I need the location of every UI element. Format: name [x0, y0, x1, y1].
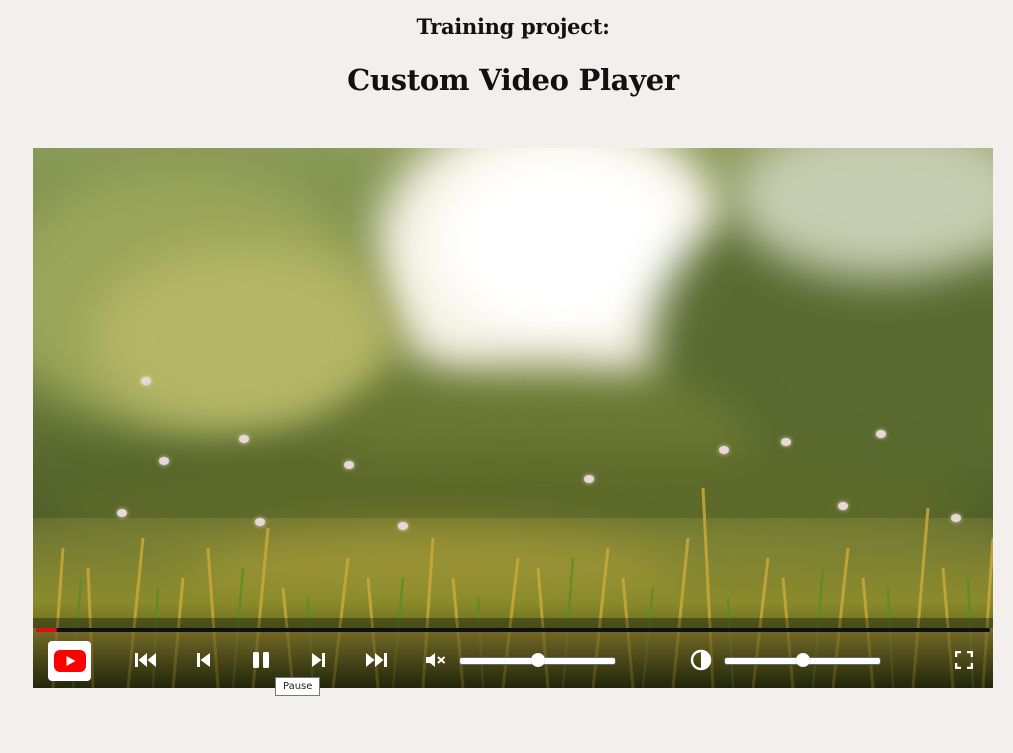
- brightness-slider-thumb[interactable]: [795, 653, 810, 667]
- mute-button[interactable]: [416, 640, 456, 680]
- pause-button[interactable]: [241, 640, 281, 680]
- flower: [398, 522, 408, 530]
- next-button[interactable]: [298, 640, 338, 680]
- flower: [255, 518, 265, 526]
- brightness-slider-fill: [725, 658, 803, 664]
- flower: [719, 446, 729, 454]
- skip-back-icon: [197, 653, 210, 667]
- youtube-logo-icon: [53, 650, 86, 672]
- flower: [876, 430, 886, 438]
- progress-fill: [36, 628, 57, 632]
- skip-to-end-button[interactable]: [356, 640, 396, 680]
- volume-slider-fill: [460, 658, 538, 664]
- flower: [159, 457, 169, 465]
- page-title: Custom Video Player: [347, 63, 679, 97]
- volume-slider-thumb[interactable]: [530, 653, 545, 667]
- pause-tooltip: Pause: [275, 677, 321, 696]
- brightness-button[interactable]: [681, 640, 721, 680]
- brightness-slider[interactable]: [724, 653, 881, 667]
- flower: [239, 435, 249, 443]
- skip-back-double-icon: [135, 653, 156, 667]
- previous-button[interactable]: [184, 640, 224, 680]
- fullscreen-button[interactable]: [944, 640, 984, 680]
- page: Training project: Custom Video Player Pa…: [0, 0, 1013, 753]
- skip-forward-double-icon: [366, 653, 387, 667]
- volume-muted-icon: [426, 653, 445, 667]
- flower: [117, 509, 127, 517]
- flower: [584, 475, 594, 483]
- page-subtitle: Training project:: [416, 14, 610, 39]
- volume-slider[interactable]: [459, 653, 616, 667]
- skip-forward-icon: [312, 653, 325, 667]
- video-frame[interactable]: [33, 148, 993, 688]
- contrast-icon: [690, 649, 712, 671]
- fullscreen-icon: [955, 651, 973, 669]
- flower: [344, 461, 354, 469]
- youtube-logo-button[interactable]: [48, 641, 91, 681]
- flower: [141, 377, 151, 385]
- pause-icon: [253, 652, 269, 668]
- skip-to-start-button[interactable]: [126, 640, 166, 680]
- flower: [838, 502, 848, 510]
- flower: [781, 438, 791, 446]
- flower: [951, 514, 961, 522]
- video-player[interactable]: [33, 148, 993, 688]
- progress-bar[interactable]: [36, 628, 990, 632]
